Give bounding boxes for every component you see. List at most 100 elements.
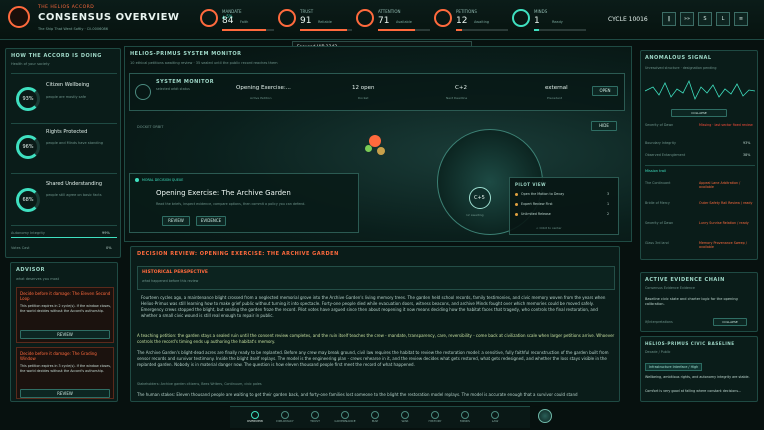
historical-box: HISTORICAL PERSPECTIVE what happened bef… (137, 266, 615, 290)
review-paragraph: Fourteen cycles ago, a maintenance bligh… (141, 295, 606, 318)
review-paragraph: A teaching petition: the garden stays a … (137, 333, 615, 344)
nav-overview[interactable]: OVERVIEW (242, 411, 268, 425)
open-button[interactable]: OPEN (592, 86, 618, 96)
save-button[interactable]: S (698, 12, 712, 26)
nav-map[interactable]: MAP (362, 411, 388, 425)
monitor-box-sub: selected orbit status (156, 87, 190, 91)
understanding-ring: 68% (16, 188, 40, 212)
trust-icon (278, 9, 296, 27)
governance-icon (341, 411, 349, 419)
evidence-chain-panel: ACTIVE EVIDENCE CHAIN Consensus Evidence… (640, 272, 758, 332)
mission-value: Lunry Sunrise Relation / ready (699, 221, 749, 225)
stat-value: 91 (300, 16, 312, 26)
pilot-item-name: Open the Motion to Decay (521, 192, 565, 196)
nav-label: TRUST (310, 419, 320, 423)
review-title: DECISION REVIEW: OPENING EXERCISE: THE A… (137, 251, 339, 257)
evidence-text: Baseline civic state and charter logic f… (645, 297, 738, 306)
petitions-icon (434, 9, 452, 27)
stakeholders: Stakeholders: Archive garden citizens, B… (137, 382, 262, 386)
pilot-item-count: 3 (607, 192, 610, 196)
extra-name: Votes Cast (11, 246, 30, 250)
anomalous-collapse-button[interactable]: COLLAPSE (671, 109, 727, 117)
map-icon (371, 411, 379, 419)
orbit-sub: 12 awaiting (466, 213, 484, 217)
fast-forward-button[interactable]: »» (680, 12, 694, 26)
mission-name: Glass 3rd land (645, 241, 669, 245)
metric-name: Rights Protected (46, 129, 88, 135)
menu-button[interactable]: ≡ (734, 12, 748, 26)
hide-button[interactable]: HIDE (591, 121, 617, 131)
nav-history[interactable]: HISTORY (422, 411, 448, 425)
pilot-item[interactable]: Open the Motion to Decay 3 (515, 192, 615, 199)
advisor-item: Decide before it damage: The Grading Win… (16, 347, 114, 399)
monitor-cell-label: Docket (358, 96, 369, 100)
stat-sub: Available (396, 20, 412, 24)
pilot-title: PILOT VIEW (515, 182, 547, 187)
metric-desc: people still agree on basic facts (46, 193, 102, 197)
nav-governance[interactable]: GOVERNANCE (332, 411, 358, 425)
stat-value: 12 (456, 16, 468, 26)
advisor-review-button[interactable]: REVIEW (20, 330, 110, 339)
anomalous-signal-panel: ANOMALOUS SIGNAL Unresolved structure · … (640, 50, 758, 260)
nav-minds[interactable]: MINDS (452, 411, 478, 425)
page-title: CONSENSUS OVERVIEW (38, 12, 180, 23)
mandate-icon (200, 9, 218, 27)
nav-label: OVERVIEW (247, 419, 263, 423)
nav-war[interactable]: WAR (392, 411, 418, 425)
metric-name: Citizen Wellbeing (46, 82, 90, 88)
baseline-text: Comfort is very good at failing where co… (645, 389, 742, 393)
mission-value: Appeal Lane Arbitration / available (699, 181, 741, 189)
stat-sub: Ready (552, 20, 563, 24)
load-button[interactable]: L (716, 12, 730, 26)
pilot-item-name: Expert Review First (521, 202, 553, 206)
queue-evidence-button[interactable]: EVIDENCE (196, 216, 226, 226)
extra-name: Autonomy Integrity (11, 231, 45, 235)
pilot-view-panel: PILOT VIEW Open the Motion to Decay 3 Ex… (509, 177, 619, 235)
docket-orbit-label: DOCKET ORBIT (137, 125, 164, 129)
stat-bar (300, 29, 352, 31)
evidence-collapse-button[interactable]: COLLAPSE (713, 318, 747, 326)
nav-label: DIPLOMACY (276, 419, 294, 423)
advisor-review-button[interactable]: REVIEW (20, 389, 110, 398)
mission-name: Severity of Dawn (645, 221, 674, 225)
pilot-item[interactable]: Expert Review First 1 (515, 202, 615, 209)
orbit-node[interactable] (365, 145, 372, 152)
monitor-box-title: SYSTEM MONITOR (156, 79, 215, 85)
war-icon (401, 411, 409, 419)
status-dot-icon (515, 193, 518, 196)
historical-title: HISTORICAL PERSPECTIVE (142, 270, 208, 275)
anomalous-row-value: 38% (743, 153, 751, 157)
mission-value: Outer Safety Rail Review / ready (699, 201, 753, 205)
queue-review-button[interactable]: REVIEW (162, 216, 190, 226)
overview-icon (251, 411, 259, 419)
anomalous-row-name: Boundary Integrity (645, 141, 676, 145)
law-icon (491, 411, 499, 419)
nav-trust[interactable]: TRUST (302, 411, 328, 425)
stat-sub: Reliable (318, 20, 332, 24)
decision-queue-card: MORAL DECISION QUEUE Opening Exercise: T… (129, 173, 359, 233)
wellbeing-ring: 93% (16, 87, 40, 111)
cycle-counter: CYCLE 10016 (608, 16, 648, 23)
nav-law[interactable]: LAW (482, 411, 508, 425)
orbit-node[interactable] (377, 147, 385, 155)
attention-icon (356, 9, 374, 27)
health-subtitle: Health of your society (11, 62, 50, 66)
org-name: THE HELIOS ACCORD (38, 5, 95, 10)
stat-label: MINDS (534, 9, 548, 14)
globe-icon[interactable] (538, 409, 552, 423)
trust-nav-icon (311, 411, 319, 419)
accord-logo (8, 6, 30, 28)
anomalous-title: ANOMALOUS SIGNAL (645, 55, 712, 61)
monitor-subtitle: 10 ethical petitions awaiting review · 3… (130, 61, 278, 65)
queue-text: Read the briefs, inspect evidence, compa… (156, 202, 306, 206)
pilot-footer[interactable]: < Orbit to center (536, 226, 562, 230)
stat-value: 1 (534, 16, 540, 26)
pilot-item[interactable]: Unlimited Release 2 (515, 212, 615, 219)
stat-sub: Awaiting (474, 20, 490, 24)
monitor-cell-label: Next Deadline (446, 96, 468, 100)
metric-desc: people are mostly safe (46, 95, 87, 99)
pause-button[interactable]: ‖ (662, 12, 676, 26)
nav-diplomacy[interactable]: DIPLOMACY (272, 411, 298, 425)
advisor-subtitle: what deserves you most (16, 277, 59, 281)
monitor-cell-label: Active Petition (250, 96, 272, 100)
